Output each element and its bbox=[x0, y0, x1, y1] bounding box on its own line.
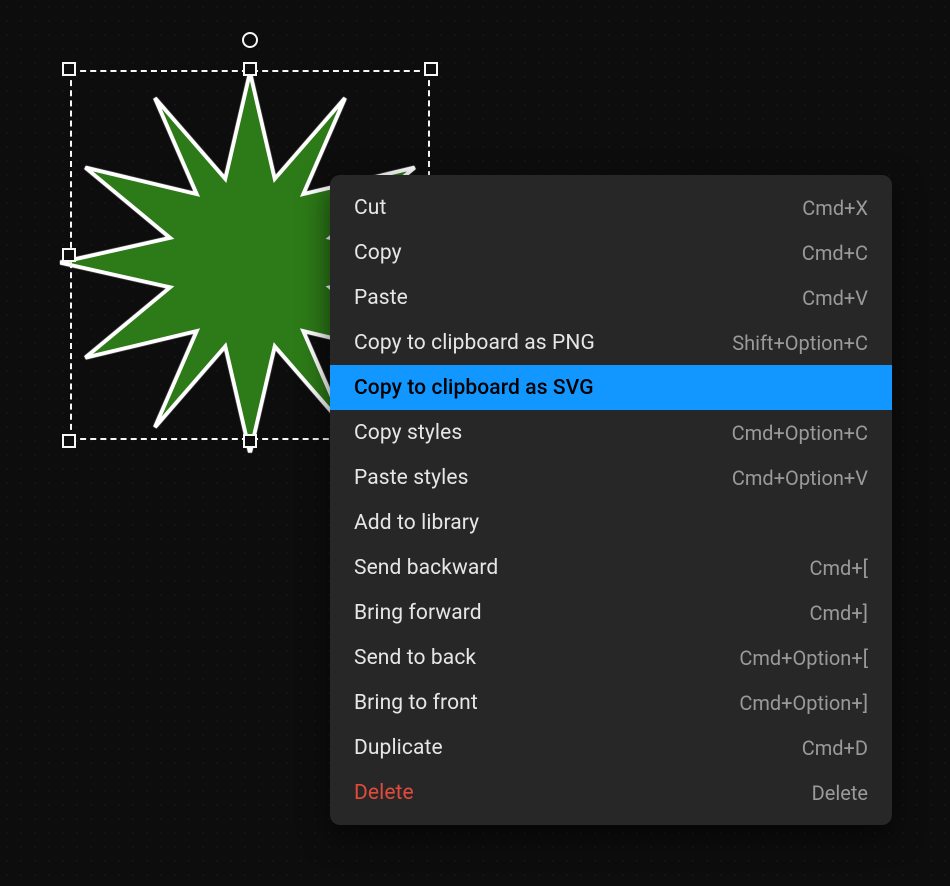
menu-item-label: Copy bbox=[354, 241, 402, 265]
menu-item-shortcut: Shift+Option+C bbox=[732, 331, 868, 355]
menu-item-shortcut: Cmd+X bbox=[802, 196, 868, 220]
menu-item-label: Copy to clipboard as SVG bbox=[354, 376, 594, 400]
menu-item-send-backward[interactable]: Send backward Cmd+[ bbox=[330, 545, 892, 590]
resize-handle-bottom-left[interactable] bbox=[62, 434, 76, 448]
menu-item-shortcut: Cmd+Option+[ bbox=[739, 646, 868, 670]
menu-item-cut[interactable]: Cut Cmd+X bbox=[330, 185, 892, 230]
menu-item-shortcut: Cmd+] bbox=[810, 601, 869, 625]
menu-item-bring-forward[interactable]: Bring forward Cmd+] bbox=[330, 590, 892, 635]
resize-handle-top-right[interactable] bbox=[424, 62, 438, 76]
menu-item-shortcut: Cmd+Option+V bbox=[732, 466, 868, 490]
menu-item-shortcut: Cmd+Option+] bbox=[739, 691, 868, 715]
menu-item-duplicate[interactable]: Duplicate Cmd+D bbox=[330, 725, 892, 770]
menu-item-copy-styles[interactable]: Copy styles Cmd+Option+C bbox=[330, 410, 892, 455]
menu-item-label: Cut bbox=[354, 196, 386, 220]
menu-item-paste[interactable]: Paste Cmd+V bbox=[330, 275, 892, 320]
menu-item-copy-png[interactable]: Copy to clipboard as PNG Shift+Option+C bbox=[330, 320, 892, 365]
resize-handle-bottom-middle[interactable] bbox=[243, 434, 257, 448]
menu-item-add-to-library[interactable]: Add to library bbox=[330, 500, 892, 545]
menu-item-shortcut: Cmd+V bbox=[802, 286, 868, 310]
menu-item-label: Duplicate bbox=[354, 736, 443, 760]
menu-item-shortcut: Cmd+[ bbox=[810, 556, 869, 580]
resize-handle-middle-left[interactable] bbox=[62, 248, 76, 262]
menu-item-label: Send backward bbox=[354, 556, 498, 580]
menu-item-delete[interactable]: Delete Delete bbox=[330, 770, 892, 815]
menu-item-label: Copy styles bbox=[354, 421, 462, 445]
menu-item-label: Bring to front bbox=[354, 691, 478, 715]
menu-item-label: Send to back bbox=[354, 646, 476, 670]
menu-item-shortcut: Cmd+Option+C bbox=[732, 421, 868, 445]
menu-item-copy[interactable]: Copy Cmd+C bbox=[330, 230, 892, 275]
menu-item-shortcut: Delete bbox=[812, 781, 868, 805]
menu-item-label: Copy to clipboard as PNG bbox=[354, 331, 595, 355]
menu-item-paste-styles[interactable]: Paste styles Cmd+Option+V bbox=[330, 455, 892, 500]
menu-item-label: Paste bbox=[354, 286, 408, 310]
menu-item-send-to-back[interactable]: Send to back Cmd+Option+[ bbox=[330, 635, 892, 680]
menu-item-bring-to-front[interactable]: Bring to front Cmd+Option+] bbox=[330, 680, 892, 725]
resize-handle-top-middle[interactable] bbox=[243, 62, 257, 76]
context-menu: Cut Cmd+X Copy Cmd+C Paste Cmd+V Copy to… bbox=[330, 175, 892, 825]
menu-item-shortcut: Cmd+C bbox=[802, 241, 868, 265]
menu-item-label: Bring forward bbox=[354, 601, 482, 625]
menu-item-label: Paste styles bbox=[354, 466, 469, 490]
menu-item-label: Add to library bbox=[354, 511, 479, 535]
resize-handle-top-left[interactable] bbox=[62, 62, 76, 76]
menu-item-copy-svg[interactable]: Copy to clipboard as SVG bbox=[330, 365, 892, 410]
menu-item-shortcut: Cmd+D bbox=[802, 736, 868, 760]
rotate-handle[interactable] bbox=[242, 32, 258, 48]
menu-item-label: Delete bbox=[354, 781, 414, 805]
